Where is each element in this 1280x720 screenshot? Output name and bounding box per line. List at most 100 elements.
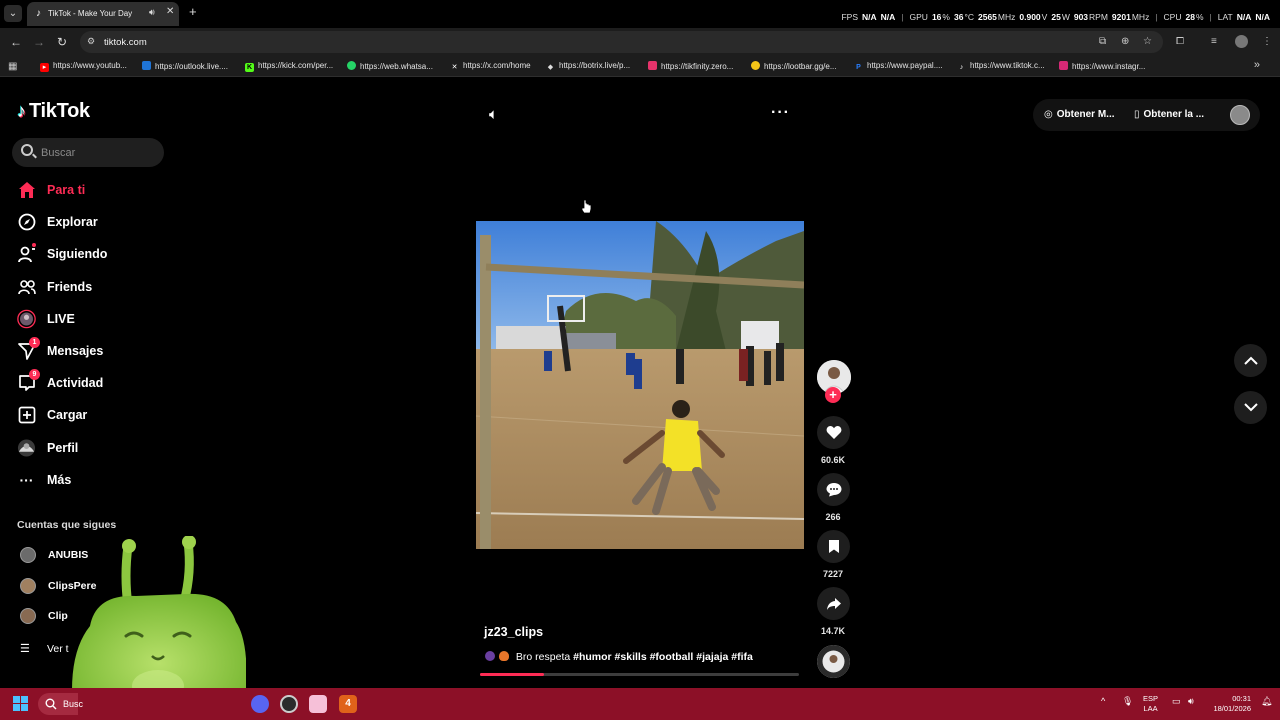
user-avatar[interactable]	[1230, 105, 1250, 125]
bookmark-whatsapp[interactable]: https://web.whatsa...	[347, 61, 433, 71]
clock-date: 18/01/2026	[1213, 704, 1251, 713]
bookmark-lootbar[interactable]: https://lootbar.gg/e...	[751, 61, 837, 71]
comment-button[interactable]	[817, 473, 850, 506]
browser-tab-tiktok[interactable]: ♪ TikTok - Make Your Day 🔊︎ ✕	[27, 2, 179, 26]
sidebar-item-para-ti[interactable]: Para ti	[17, 178, 167, 202]
discord-icon[interactable]	[251, 695, 269, 713]
volume-icon[interactable]: 🔊︎	[1188, 696, 1194, 707]
bookmark-kick[interactable]: Khttps://kick.com/per...	[245, 61, 333, 72]
search-icon[interactable]	[21, 144, 33, 156]
browser-menu-icon[interactable]: ⋮	[1262, 36, 1272, 47]
follow-plus-button[interactable]: +	[825, 387, 841, 403]
sidebar-item-siguiendo[interactable]: Siguiendo	[17, 242, 167, 266]
activity-icon: 9	[17, 368, 40, 393]
site-info-icon[interactable]: ⚙	[87, 36, 95, 47]
lat-label: LAT	[1217, 12, 1233, 22]
search-icon	[45, 698, 57, 710]
extensions-icon[interactable]: ⧠	[1176, 36, 1184, 47]
lat-value-2: N/A	[1255, 12, 1270, 22]
sidebar-item-live[interactable]: LIVE	[17, 307, 167, 331]
sidebar-item-mas[interactable]: ··· Más	[17, 468, 167, 492]
sidebar-item-explorar[interactable]: Explorar	[17, 210, 167, 234]
outlook-icon	[142, 61, 151, 70]
video-player[interactable]	[476, 221, 804, 549]
bookmark-botrix[interactable]: ◆ https://botrix.live/p...	[546, 61, 630, 72]
music-disc-avatar[interactable]	[817, 645, 850, 678]
caption-text: Bro respeta	[515, 651, 571, 663]
bookmark-outlook[interactable]: https://outlook.live....	[142, 61, 228, 71]
sound-icon[interactable]: 🔈︎	[489, 106, 498, 123]
bookmark-tiktok[interactable]: ♪ https://www.tiktok.c...	[957, 61, 1045, 72]
like-button[interactable]	[817, 416, 850, 449]
new-tab-button[interactable]: +	[189, 5, 197, 19]
bookmark-youtube[interactable]: ▸ https://www.youtub...	[40, 61, 127, 72]
back-arrow-icon[interactable]: ←	[10, 35, 22, 49]
more-options-icon[interactable]: ···	[771, 104, 790, 122]
notifications-icon[interactable]: 🔔︎	[1261, 696, 1272, 707]
network-icon[interactable]: ▭	[1172, 696, 1181, 707]
video-progress-bar[interactable]	[480, 673, 799, 676]
like-count: 60.6K	[820, 455, 846, 465]
sidebar-item-friends[interactable]: Friends	[17, 275, 167, 299]
zoom-icon[interactable]: ⊕	[1121, 36, 1129, 47]
app-4-icon[interactable]: 4	[339, 695, 357, 713]
language-indicator[interactable]: ESP LAA	[1143, 694, 1158, 714]
lootbar-icon	[751, 61, 760, 70]
bookmark-star-icon[interactable]: ☆	[1143, 36, 1152, 47]
save-button[interactable]	[817, 530, 850, 563]
next-video-button[interactable]	[1234, 391, 1267, 424]
gpu-label: GPU	[909, 12, 928, 22]
following-account[interactable]: Clip	[20, 607, 68, 625]
caption-hashtags[interactable]: #humor #skills #football #jajaja #fifa	[573, 651, 753, 663]
tab-close-icon[interactable]: ✕	[166, 6, 174, 17]
bookmark-instagram[interactable]: https://www.instagr...	[1059, 61, 1145, 71]
sidebar-item-cargar[interactable]: Cargar	[17, 403, 167, 427]
language-code: ESP	[1143, 694, 1159, 703]
see-all-link[interactable]: ☰ Ver t	[20, 642, 69, 656]
bookmark-label: https://outlook.live....	[155, 62, 228, 71]
obs-icon[interactable]	[280, 695, 298, 713]
bookmark-tikfinity[interactable]: https://tikfinity.zero...	[648, 61, 733, 71]
browser-tabstrip: ⌄ ♪ TikTok - Make Your Day 🔊︎ ✕ + FPS N/…	[0, 0, 1280, 28]
previous-video-button[interactable]	[1234, 344, 1267, 377]
bookmarks-overflow-icon[interactable]: »	[1254, 59, 1260, 71]
reload-icon[interactable]: ↻	[57, 35, 67, 49]
tiktok-logo[interactable]: ♪ TikTok	[17, 100, 90, 123]
search-box[interactable]	[12, 138, 164, 167]
apps-grid-icon[interactable]: ▦	[8, 61, 17, 72]
media-control-icon[interactable]: ≡	[1211, 36, 1217, 47]
sidebar-item-perfil[interactable]: Perfil	[17, 436, 167, 460]
bookmark-label: https://kick.com/per...	[258, 61, 334, 70]
bookmark-label: https://tikfinity.zero...	[661, 62, 734, 71]
bookmark-paypal[interactable]: Phttps://www.paypal....	[854, 61, 942, 72]
get-coins-button[interactable]: ◎ Obtener M...	[1044, 109, 1115, 120]
video-author[interactable]: jz23_clips	[484, 625, 543, 639]
address-bar[interactable]: ⚙ tiktok.com ⧉ ⊕ ☆	[80, 31, 1163, 53]
sidebar-item-mensajes[interactable]: 1 Mensajes	[17, 336, 167, 363]
bookmark-label: https://web.whatsa...	[360, 62, 433, 71]
gpu-util-unit: %	[942, 12, 950, 22]
sidebar-item-actividad[interactable]: 9 Actividad	[17, 368, 167, 395]
coin-icon: ◎	[1044, 109, 1053, 120]
bookmark-x[interactable]: ✕ https://x.com/home	[450, 61, 531, 72]
get-app-button[interactable]: ▯ Obtener la ...	[1134, 109, 1204, 120]
mouse-cursor-icon	[581, 199, 592, 214]
share-button[interactable]	[817, 587, 850, 620]
windows-start-icon[interactable]	[13, 696, 29, 712]
profile-avatar[interactable]	[1235, 35, 1248, 48]
forward-arrow-icon[interactable]: →	[33, 35, 45, 49]
gpu-power: 25	[1051, 12, 1061, 22]
sidebar-item-label: Para ti	[47, 183, 86, 197]
tiktok-favicon-icon: ♪	[36, 8, 41, 19]
search-input[interactable]	[41, 145, 156, 160]
tray-overflow-icon[interactable]: ^	[1101, 696, 1105, 706]
tab-audio-icon[interactable]: 🔊︎	[149, 7, 155, 18]
kick-icon: K	[245, 63, 254, 72]
tab-search-menu-button[interactable]: ⌄	[4, 5, 22, 22]
app-icon[interactable]	[309, 695, 327, 713]
overlay-divider: |	[901, 12, 904, 22]
cast-icon[interactable]: ⧉	[1099, 36, 1106, 47]
avatar	[20, 578, 36, 594]
microphone-icon[interactable]: 🎙︎	[1122, 696, 1133, 707]
taskbar-clock[interactable]: 00:31 18/01/2026	[1210, 694, 1251, 714]
